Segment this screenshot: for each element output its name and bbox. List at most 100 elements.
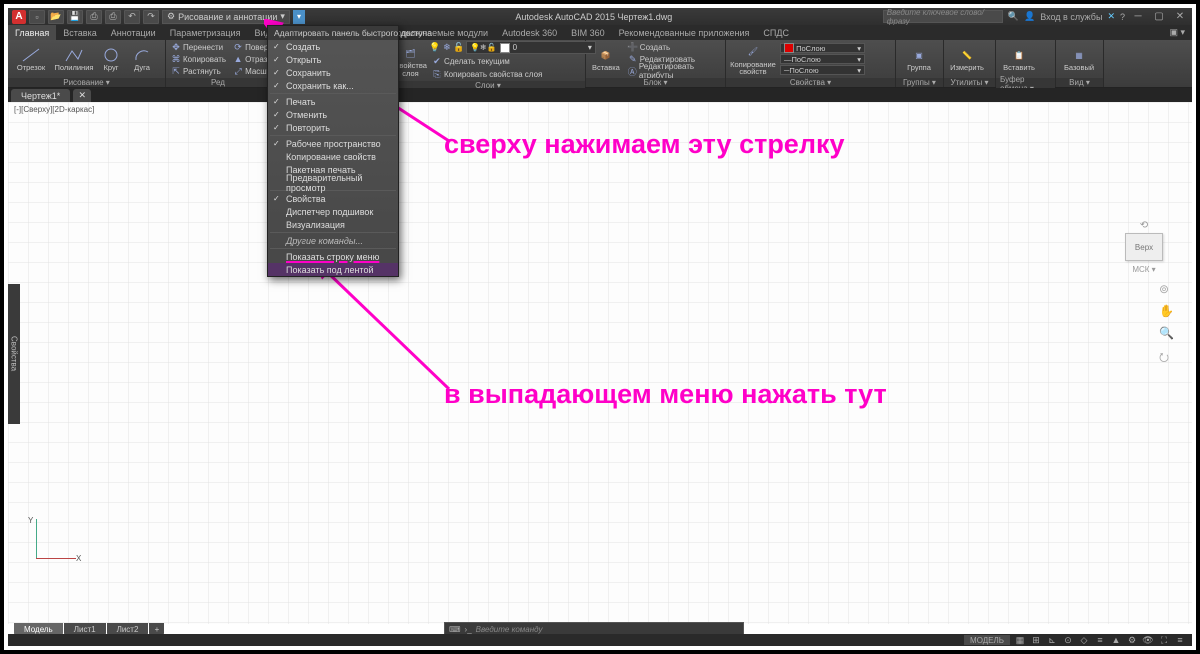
polar-toggle-icon[interactable]: ⊙ xyxy=(1062,635,1074,645)
isolate-icon[interactable]: 👁 xyxy=(1142,635,1154,645)
dropdown-item[interactable]: Печать xyxy=(268,95,398,108)
make-current-button[interactable]: ✔Сделать текущим xyxy=(430,55,596,67)
tab-parametric[interactable]: Параметризация xyxy=(163,25,248,40)
snap-toggle-icon[interactable]: ⊞ xyxy=(1030,635,1042,645)
zoom-icon[interactable]: 🔍 xyxy=(1159,326,1174,340)
pan-icon[interactable]: ✋ xyxy=(1159,304,1174,318)
tab-spds[interactable]: СПДС xyxy=(756,25,796,40)
stretch-button[interactable]: ⇱Растянуть xyxy=(169,65,228,77)
gear-icon: ⚙ xyxy=(167,11,175,22)
grid-toggle-icon[interactable]: ▦ xyxy=(1014,635,1026,645)
linetype-selector[interactable]: ─ ПоСлою▾ xyxy=(780,65,865,75)
clean-screen-icon[interactable]: ⛶ xyxy=(1158,635,1170,645)
qat-save-icon[interactable]: 💾 xyxy=(67,10,83,24)
tab-featured[interactable]: Рекомендованные приложения xyxy=(612,25,757,40)
maximize-button[interactable]: ▢ xyxy=(1151,10,1167,23)
exchange-icon[interactable]: ✕ xyxy=(1107,11,1115,22)
panel-props-title[interactable]: Свойства ▾ xyxy=(726,78,895,87)
dropdown-item[interactable]: Сохранить xyxy=(268,66,398,79)
lineweight-icon[interactable]: ≡ xyxy=(1094,635,1106,645)
line-button[interactable]: Отрезок xyxy=(11,41,51,77)
panel-view-title[interactable]: Вид ▾ xyxy=(1056,78,1103,87)
help-search-input[interactable]: Введите ключевое слово/фразу xyxy=(883,10,1003,23)
drawing-area[interactable]: Y X ⟲ Верх МСК ▾ ⊚ ✋ 🔍 ⭮ xyxy=(8,102,1192,624)
dropdown-item[interactable]: Повторить xyxy=(268,121,398,134)
dropdown-item[interactable]: Свойства xyxy=(268,192,398,205)
tab-home[interactable]: Главная xyxy=(8,25,56,40)
polyline-button[interactable]: Полилиния xyxy=(54,41,94,77)
circle-button[interactable]: Круг xyxy=(97,41,125,77)
block-create-button[interactable]: ➕Создать xyxy=(626,41,722,53)
navwheel-icon[interactable]: ⊚ xyxy=(1159,282,1174,296)
qat-saveas-icon[interactable]: ⎙ xyxy=(86,10,102,24)
panel-utils-title[interactable]: Утилиты ▾ xyxy=(944,78,995,87)
paste-button[interactable]: 📋Вставить xyxy=(999,41,1039,77)
status-model-button[interactable]: МОДЕЛЬ xyxy=(964,635,1010,645)
tab-bim360[interactable]: BIM 360 xyxy=(564,25,612,40)
qat-customize-arrow[interactable]: ▾ xyxy=(293,10,305,24)
user-icon[interactable]: 👤 xyxy=(1024,11,1035,22)
ribbon-collapse-icon[interactable]: ▣ ▾ xyxy=(1162,25,1192,40)
ribbon-tabs: Главная Вставка Аннотации Параметризация… xyxy=(8,25,1192,40)
dropdown-item[interactable]: Визуализация xyxy=(268,218,398,231)
block-attr-button[interactable]: ⒶРедактировать атрибуты xyxy=(626,65,722,77)
match-props-button[interactable]: 🖌Копирование свойств xyxy=(729,41,777,77)
dropdown-item[interactable]: Сохранить как... xyxy=(268,79,398,92)
dropdown-item[interactable]: Копирование свойств xyxy=(268,150,398,163)
dropdown-item[interactable]: Отменить xyxy=(268,108,398,121)
dropdown-item[interactable]: Показать строку меню xyxy=(268,250,398,263)
close-button[interactable]: ✕ xyxy=(1172,10,1188,23)
nav-bar[interactable]: ⊚ ✋ 🔍 ⭮ xyxy=(1159,282,1174,369)
qat-undo-icon[interactable]: ↶ xyxy=(124,10,140,24)
tab-annotate[interactable]: Аннотации xyxy=(104,25,163,40)
orbit-icon[interactable]: ⭮ xyxy=(1159,348,1174,369)
dropdown-item[interactable]: Открыть xyxy=(268,53,398,66)
app-logo[interactable]: A xyxy=(12,10,26,24)
lineweight-selector[interactable]: — ПоСлою▾ xyxy=(780,54,865,64)
panel-blocks-title[interactable]: Блок ▾ xyxy=(586,78,725,87)
file-tab-new[interactable]: ✕ xyxy=(73,89,91,102)
workspace-selector[interactable]: ⚙ Рисование и аннотации ▾ xyxy=(162,10,290,24)
copy-button[interactable]: ⌘Копировать xyxy=(169,53,228,65)
ortho-toggle-icon[interactable]: ⊾ xyxy=(1046,635,1058,645)
group-button[interactable]: ▣Группа xyxy=(899,41,939,77)
panel-modify-title[interactable]: Ред xyxy=(166,78,270,87)
panel-groups-title[interactable]: Группы ▾ xyxy=(896,78,943,87)
qat-print-icon[interactable]: ⎙ xyxy=(105,10,121,24)
move-button[interactable]: ✥Перенести xyxy=(169,41,228,53)
ucs-icon[interactable]: Y X xyxy=(28,519,78,569)
viewcube[interactable]: ⟲ Верх МСК ▾ xyxy=(1114,220,1174,274)
osnap-toggle-icon[interactable]: ◇ xyxy=(1078,635,1090,645)
file-tab[interactable]: Чертеж1* xyxy=(11,89,70,102)
dropdown-item[interactable]: Создать xyxy=(268,40,398,53)
panel-draw-title[interactable]: Рисование ▾ xyxy=(8,78,165,87)
dropdown-item[interactable]: Рабочее пространство xyxy=(268,137,398,150)
color-selector[interactable]: ПоСлою▾ xyxy=(780,43,865,53)
login-label[interactable]: Вход в службы xyxy=(1040,12,1102,22)
annoscale-icon[interactable]: ▲ xyxy=(1110,635,1122,645)
customize-status-icon[interactable]: ≡ xyxy=(1174,635,1186,645)
match-layer-button[interactable]: ⎘Копировать свойства слоя xyxy=(430,68,596,80)
search-icon[interactable]: 🔍 xyxy=(1008,11,1019,22)
arc-button[interactable]: Дуга xyxy=(128,41,156,77)
bulb-icon[interactable]: 💡 xyxy=(430,43,440,53)
viewport-label[interactable]: [-][Сверху][2D-каркас] xyxy=(14,105,94,114)
baseview-button[interactable]: ▦Базовый xyxy=(1059,41,1099,77)
block-insert-button[interactable]: 📦Вставка xyxy=(589,41,623,77)
dropdown-item[interactable]: Другие команды... xyxy=(268,234,398,247)
qat-redo-icon[interactable]: ↷ xyxy=(143,10,159,24)
dropdown-item[interactable]: Показать под лентой xyxy=(268,263,398,276)
tab-a360[interactable]: Autodesk 360 xyxy=(495,25,564,40)
measure-button[interactable]: 📏Измерить xyxy=(947,41,987,77)
qat-open-icon[interactable]: 📂 xyxy=(48,10,64,24)
workspace-icon[interactable]: ⚙ xyxy=(1126,635,1138,645)
properties-palette-tab[interactable]: Свойства xyxy=(8,284,20,424)
tab-insert[interactable]: Вставка xyxy=(56,25,103,40)
recent-icon[interactable]: ⌨ xyxy=(449,625,461,634)
help-icon[interactable]: ? xyxy=(1120,12,1125,22)
dropdown-item[interactable]: Предварительный просмотр xyxy=(268,176,398,189)
layer-selector[interactable]: 💡❄🔓0▾ xyxy=(466,41,596,54)
minimize-button[interactable]: ─ xyxy=(1130,10,1146,23)
qat-new-icon[interactable]: ▫ xyxy=(29,10,45,24)
dropdown-item[interactable]: Диспетчер подшивок xyxy=(268,205,398,218)
